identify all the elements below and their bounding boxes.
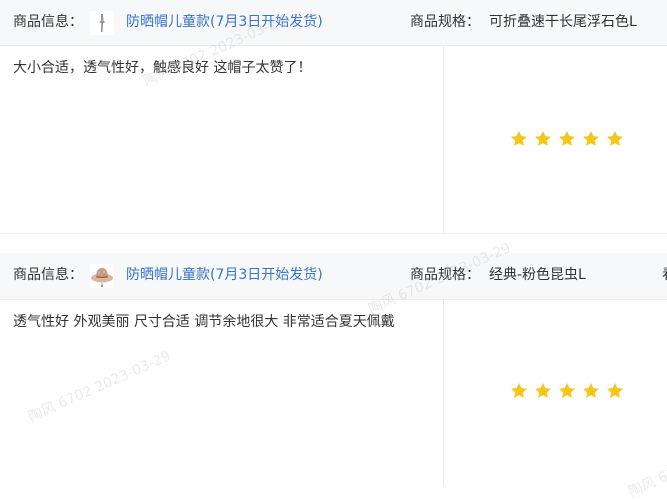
star-icon bbox=[607, 131, 623, 146]
star-icon bbox=[535, 131, 551, 146]
review-comment: 大小合适，透气性好，触感良好 这帽子太赞了！ bbox=[13, 60, 312, 76]
product-name-link[interactable]: 防晒帽儿童款(7月3日开始发货) bbox=[126, 253, 323, 298]
card-gap bbox=[0, 234, 667, 253]
star-icon bbox=[559, 383, 575, 398]
star-rating bbox=[509, 381, 625, 401]
sun-hat-thumbnail-icon bbox=[90, 264, 114, 288]
product-thumbnail[interactable] bbox=[90, 11, 114, 35]
star-rating bbox=[509, 129, 625, 149]
review-card: 商品信息： 防晒帽儿童款(7月3日开始发货) 商品规格： 经典-粉色昆虫L 看 … bbox=[0, 253, 667, 486]
review-header: 商品信息： 防晒帽儿童款(7月3日开始发货) 商品规格： 可折叠速干长尾浮石色L bbox=[0, 0, 667, 46]
product-spec-value: 可折叠速干长尾浮石色L bbox=[489, 14, 637, 30]
product-name-link[interactable]: 防晒帽儿童款(7月3日开始发货) bbox=[126, 0, 323, 45]
product-info-label: 商品信息： bbox=[13, 267, 83, 283]
review-body: 大小合适，透气性好，触感良好 这帽子太赞了！ bbox=[0, 46, 667, 234]
star-icon bbox=[583, 131, 599, 146]
product-spec-label: 商品规格： bbox=[410, 14, 480, 30]
product-spec-value: 经典-粉色昆虫L bbox=[489, 267, 586, 283]
star-icon bbox=[535, 383, 551, 398]
review-comment: 透气性好 外观美丽 尺寸合适 调节余地很大 非常适合夏天佩戴 bbox=[13, 314, 395, 330]
spec-extra-text: 看 bbox=[662, 253, 667, 298]
star-icon bbox=[559, 131, 575, 146]
hat-thumbnail-icon bbox=[90, 11, 114, 35]
star-icon bbox=[607, 383, 623, 398]
column-divider bbox=[443, 46, 444, 233]
review-header: 商品信息： 防晒帽儿童款(7月3日开始发货) 商品规格： 经典-粉色昆虫L 看 bbox=[0, 253, 667, 300]
column-divider bbox=[443, 300, 444, 486]
star-icon bbox=[511, 383, 527, 398]
review-body: 透气性好 外观美丽 尺寸合适 调节余地很大 非常适合夏天佩戴 bbox=[0, 300, 667, 486]
star-icon bbox=[583, 383, 599, 398]
review-card: 商品信息： 防晒帽儿童款(7月3日开始发货) 商品规格： 可折叠速干长尾浮石色L… bbox=[0, 0, 667, 234]
product-thumbnail[interactable] bbox=[90, 264, 114, 288]
product-info-label: 商品信息： bbox=[13, 14, 83, 30]
star-icon bbox=[511, 131, 527, 146]
product-spec-label: 商品规格： bbox=[410, 267, 480, 283]
